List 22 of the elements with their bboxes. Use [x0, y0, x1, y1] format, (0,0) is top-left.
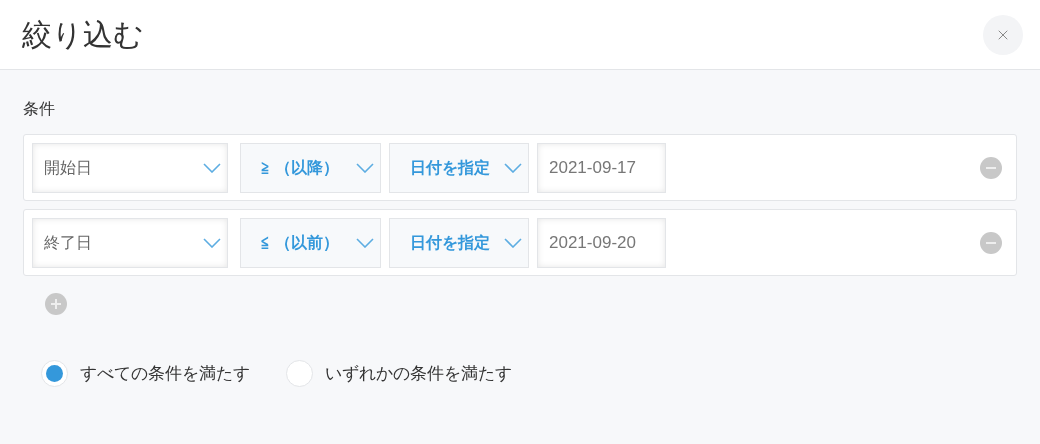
operator-select[interactable]: ≧ （以降）	[240, 142, 381, 193]
remove-condition-icon[interactable]	[980, 156, 1002, 179]
remove-condition-icon[interactable]	[980, 231, 1002, 254]
match-option-radio[interactable]: いずれかの条件を満たす	[286, 360, 512, 387]
chevron-down-icon	[504, 162, 522, 173]
chevron-down-icon	[203, 237, 221, 248]
chevron-down-icon	[203, 162, 221, 173]
field-select[interactable]: 開始日	[32, 142, 228, 193]
section-label: 条件	[23, 101, 56, 117]
chevron-down-icon	[356, 237, 374, 248]
operator-select[interactable]: ≦ （以前）	[240, 217, 381, 268]
dialog-title: 絞り込む	[22, 19, 144, 50]
value-type-select[interactable]: 日付を指定	[389, 142, 529, 193]
value-type-select[interactable]: 日付を指定	[389, 217, 529, 268]
field-select[interactable]: 終了日	[32, 217, 228, 268]
date-input[interactable]: 2021-09-20	[537, 217, 666, 268]
add-condition-icon[interactable]	[45, 293, 67, 315]
chevron-down-icon	[356, 162, 374, 173]
chevron-down-icon	[504, 237, 522, 248]
date-input[interactable]: 2021-09-17	[537, 142, 666, 193]
close-button[interactable]	[983, 14, 1023, 55]
match-option-radio[interactable]: すべての条件を満たす	[41, 360, 250, 387]
